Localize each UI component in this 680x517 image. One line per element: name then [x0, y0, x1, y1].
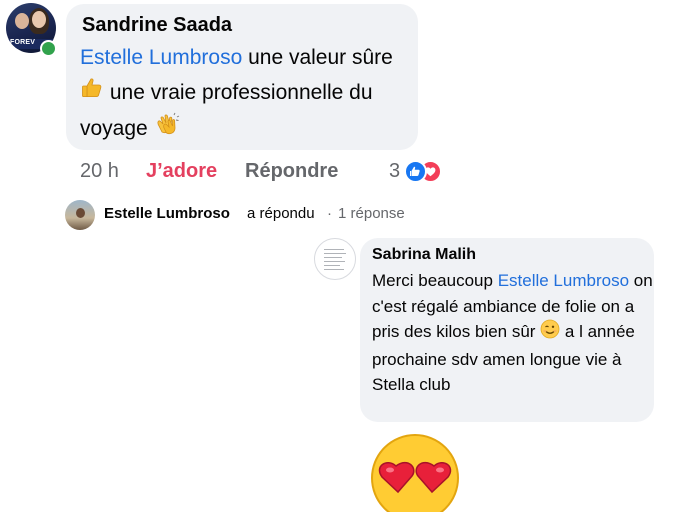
reply-avatar[interactable]	[314, 238, 356, 280]
replies-verb[interactable]: a répondu	[247, 205, 315, 222]
avatar-line	[324, 257, 342, 258]
avatar-banner-text: FOREV	[10, 39, 36, 46]
mention-link[interactable]: Estelle Lumbroso	[498, 271, 629, 290]
comment-author[interactable]: Sandrine Saada	[82, 14, 232, 37]
comment-text-part: une valeur sûre	[242, 46, 393, 69]
comment-text: Estelle Lumbroso une valeur sûre une vra…	[80, 40, 410, 147]
avatar-line	[324, 265, 340, 266]
avatar-line	[324, 269, 344, 270]
avatar-line	[324, 261, 345, 262]
replies-count[interactable]: 1 réponse	[338, 205, 405, 222]
reply-bubble: Sabrina Malih Merci beaucoup Estelle Lum…	[360, 238, 654, 422]
reply-text: Merci beaucoup Estelle Lumbroso on c'est…	[372, 268, 654, 398]
reaction-count[interactable]: 3	[389, 160, 400, 183]
heart-eyes-emoji-icon	[370, 432, 460, 517]
clapping-hands-icon	[154, 112, 180, 147]
winking-face-icon	[540, 319, 560, 347]
replies-separator: ·	[327, 205, 332, 222]
comment-timestamp[interactable]: 20 h	[80, 160, 119, 183]
online-status-dot	[40, 40, 57, 57]
replies-author[interactable]: Estelle Lumbroso	[104, 205, 230, 222]
mention-link[interactable]: Estelle Lumbroso	[80, 46, 242, 69]
like-icon	[404, 160, 427, 183]
reply-author[interactable]: Sabrina Malih	[372, 246, 476, 264]
comment-bubble: Sandrine Saada Estelle Lumbroso une vale…	[66, 4, 418, 150]
reply-text-part: Merci beaucoup	[372, 271, 498, 290]
thumbs-up-icon	[80, 76, 104, 111]
avatar-face	[32, 11, 46, 28]
avatar-line	[324, 249, 344, 250]
avatar-line	[324, 253, 346, 254]
comment-text-part: une vraie professionnelle du voyage	[80, 81, 373, 140]
avatar-figure	[76, 208, 85, 218]
love-reaction-button[interactable]: J’adore	[146, 160, 217, 183]
replier-avatar[interactable]	[65, 200, 95, 230]
avatar-face	[15, 13, 29, 29]
reply-button[interactable]: Répondre	[245, 160, 338, 183]
